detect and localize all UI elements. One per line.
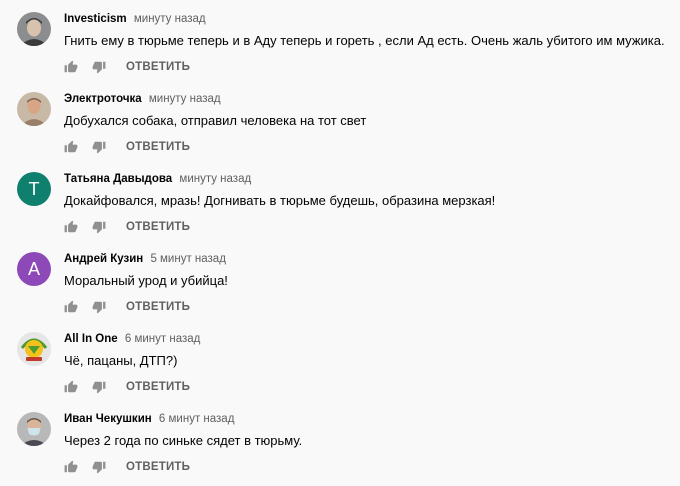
avatar[interactable]	[17, 332, 51, 366]
comments-list: Investicism минуту назад Гнить ему в тюр…	[0, 0, 680, 486]
comment-item: Иван Чекушкин 6 минут назад Через 2 года…	[0, 412, 680, 486]
comment-item: A Андрей Кузин 5 минут назад Моральный у…	[0, 252, 680, 332]
dislike-icon[interactable]	[92, 140, 106, 154]
like-icon[interactable]	[64, 380, 78, 394]
comment-item: All In One 6 минут назад Чё, пацаны, ДТП…	[0, 332, 680, 412]
comment-text: Через 2 года по синьке сядет в тюрьму.	[64, 433, 303, 448]
dislike-icon[interactable]	[92, 380, 106, 394]
like-icon[interactable]	[64, 220, 78, 234]
reply-button[interactable]: ОТВЕТИТЬ	[126, 301, 190, 313]
dislike-icon[interactable]	[92, 300, 106, 314]
comment-author[interactable]: Электроточка	[64, 93, 142, 105]
comment-toolbar: ОТВЕТИТЬ	[64, 59, 190, 75]
like-icon[interactable]	[64, 460, 78, 474]
avatar-letter: A	[27, 258, 40, 279]
comment-text: Чё, пацаны, ДТП?)	[64, 353, 178, 368]
person-photo-icon	[17, 92, 51, 126]
reply-button[interactable]: ОТВЕТИТЬ	[126, 381, 190, 393]
avatar[interactable]	[17, 12, 51, 46]
comment-time[interactable]: 6 минут назад	[125, 333, 200, 345]
comment-time[interactable]: минуту назад	[134, 13, 206, 25]
comment-time[interactable]: минуту назад	[149, 93, 221, 105]
comment-toolbar: ОТВЕТИТЬ	[64, 459, 190, 475]
comment-header: Иван Чекушкин 6 минут назад	[64, 412, 234, 426]
comment-author[interactable]: Иван Чекушкин	[64, 413, 152, 425]
comment-header: Investicism минуту назад	[64, 12, 206, 26]
comment-header: Электроточка минуту назад	[64, 92, 221, 106]
reply-button[interactable]: ОТВЕТИТЬ	[126, 221, 190, 233]
dislike-icon[interactable]	[92, 60, 106, 74]
like-icon[interactable]	[64, 140, 78, 154]
comment-toolbar: ОТВЕТИТЬ	[64, 139, 190, 155]
person-photo-icon	[17, 12, 51, 46]
comment-author[interactable]: Investicism	[64, 13, 127, 25]
reply-button[interactable]: ОТВЕТИТЬ	[126, 141, 190, 153]
dislike-icon[interactable]	[92, 220, 106, 234]
comment-author[interactable]: Татьяна Давыдова	[64, 173, 172, 185]
avatar[interactable]: T	[17, 172, 51, 206]
comment-header: Андрей Кузин 5 минут назад	[64, 252, 226, 266]
avatar[interactable]	[17, 412, 51, 446]
comment-toolbar: ОТВЕТИТЬ	[64, 219, 190, 235]
comment-item: Investicism минуту назад Гнить ему в тюр…	[0, 12, 680, 92]
comment-author[interactable]: All In One	[64, 333, 118, 345]
comment-text: Гнить ему в тюрьме теперь и в Аду теперь…	[64, 33, 665, 48]
comment-time[interactable]: 6 минут назад	[159, 413, 234, 425]
avatar-letter: T	[28, 178, 40, 199]
comment-toolbar: ОТВЕТИТЬ	[64, 379, 190, 395]
like-icon[interactable]	[64, 300, 78, 314]
avatar[interactable]	[17, 92, 51, 126]
comment-time[interactable]: минуту назад	[179, 173, 251, 185]
comment-header: All In One 6 минут назад	[64, 332, 200, 346]
comment-text: Добухался собака, отправил человека на т…	[64, 113, 367, 128]
comment-time[interactable]: 5 минут назад	[150, 253, 225, 265]
dislike-icon[interactable]	[92, 460, 106, 474]
comment-toolbar: ОТВЕТИТЬ	[64, 299, 190, 315]
avatar[interactable]: A	[17, 252, 51, 286]
reply-button[interactable]: ОТВЕТИТЬ	[126, 461, 190, 473]
like-icon[interactable]	[64, 60, 78, 74]
comment-text: Моральный урод и убийца!	[64, 273, 228, 288]
comment-item: T Татьяна Давыдова минуту назад Докайфов…	[0, 172, 680, 252]
reply-button[interactable]: ОТВЕТИТЬ	[126, 61, 190, 73]
comment-header: Татьяна Давыдова минуту назад	[64, 172, 251, 186]
comment-author[interactable]: Андрей Кузин	[64, 253, 143, 265]
masked-person-photo-icon	[17, 412, 51, 446]
emblem-logo-icon	[17, 332, 51, 366]
comment-text: Докайфовался, мразь! Догнивать в тюрьме …	[64, 193, 496, 208]
comment-item: Электроточка минуту назад Добухался соба…	[0, 92, 680, 172]
